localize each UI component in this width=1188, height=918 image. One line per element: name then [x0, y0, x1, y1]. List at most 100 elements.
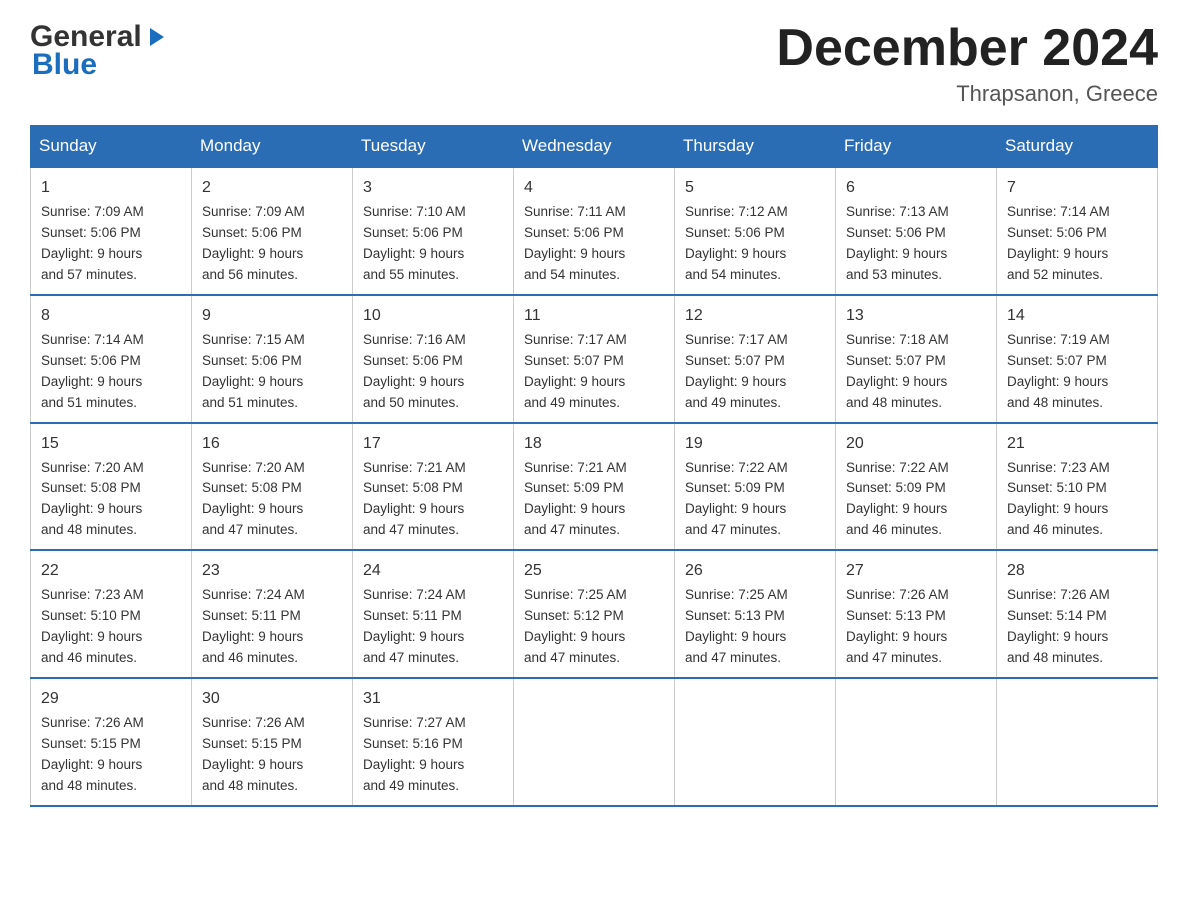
day-number: 11: [524, 304, 664, 328]
calendar-cell: 4 Sunrise: 7:11 AMSunset: 5:06 PMDayligh…: [514, 167, 675, 295]
day-number: 30: [202, 687, 342, 711]
day-number: 22: [41, 559, 181, 583]
month-title: December 2024: [776, 20, 1158, 77]
day-number: 8: [41, 304, 181, 328]
logo-blue-text: Blue: [32, 48, 168, 82]
calendar-cell: 6 Sunrise: 7:13 AMSunset: 5:06 PMDayligh…: [836, 167, 997, 295]
weekday-header-monday: Monday: [192, 126, 353, 168]
calendar-cell: 13 Sunrise: 7:18 AMSunset: 5:07 PMDaylig…: [836, 295, 997, 423]
calendar-table: SundayMondayTuesdayWednesdayThursdayFrid…: [30, 125, 1158, 806]
day-info: Sunrise: 7:18 AMSunset: 5:07 PMDaylight:…: [846, 332, 949, 410]
day-info: Sunrise: 7:26 AMSunset: 5:14 PMDaylight:…: [1007, 587, 1110, 665]
day-info: Sunrise: 7:21 AMSunset: 5:08 PMDaylight:…: [363, 460, 466, 538]
calendar-cell: 12 Sunrise: 7:17 AMSunset: 5:07 PMDaylig…: [675, 295, 836, 423]
day-info: Sunrise: 7:23 AMSunset: 5:10 PMDaylight:…: [41, 587, 144, 665]
weekday-header-thursday: Thursday: [675, 126, 836, 168]
day-number: 19: [685, 432, 825, 456]
day-info: Sunrise: 7:24 AMSunset: 5:11 PMDaylight:…: [363, 587, 466, 665]
day-number: 5: [685, 176, 825, 200]
weekday-header-row: SundayMondayTuesdayWednesdayThursdayFrid…: [31, 126, 1158, 168]
calendar-cell: [836, 678, 997, 806]
day-info: Sunrise: 7:20 AMSunset: 5:08 PMDaylight:…: [202, 460, 305, 538]
day-info: Sunrise: 7:17 AMSunset: 5:07 PMDaylight:…: [524, 332, 627, 410]
calendar-cell: 22 Sunrise: 7:23 AMSunset: 5:10 PMDaylig…: [31, 550, 192, 678]
week-row-5: 29 Sunrise: 7:26 AMSunset: 5:15 PMDaylig…: [31, 678, 1158, 806]
day-info: Sunrise: 7:22 AMSunset: 5:09 PMDaylight:…: [846, 460, 949, 538]
day-number: 23: [202, 559, 342, 583]
day-info: Sunrise: 7:22 AMSunset: 5:09 PMDaylight:…: [685, 460, 788, 538]
day-info: Sunrise: 7:23 AMSunset: 5:10 PMDaylight:…: [1007, 460, 1110, 538]
day-info: Sunrise: 7:25 AMSunset: 5:12 PMDaylight:…: [524, 587, 627, 665]
calendar-cell: 30 Sunrise: 7:26 AMSunset: 5:15 PMDaylig…: [192, 678, 353, 806]
day-info: Sunrise: 7:20 AMSunset: 5:08 PMDaylight:…: [41, 460, 144, 538]
calendar-cell: 16 Sunrise: 7:20 AMSunset: 5:08 PMDaylig…: [192, 423, 353, 551]
weekday-header-wednesday: Wednesday: [514, 126, 675, 168]
day-number: 31: [363, 687, 503, 711]
calendar-cell: 29 Sunrise: 7:26 AMSunset: 5:15 PMDaylig…: [31, 678, 192, 806]
day-info: Sunrise: 7:24 AMSunset: 5:11 PMDaylight:…: [202, 587, 305, 665]
day-number: 27: [846, 559, 986, 583]
calendar-cell: 24 Sunrise: 7:24 AMSunset: 5:11 PMDaylig…: [353, 550, 514, 678]
calendar-cell: 9 Sunrise: 7:15 AMSunset: 5:06 PMDayligh…: [192, 295, 353, 423]
day-info: Sunrise: 7:10 AMSunset: 5:06 PMDaylight:…: [363, 204, 466, 282]
day-info: Sunrise: 7:26 AMSunset: 5:15 PMDaylight:…: [41, 715, 144, 793]
day-number: 25: [524, 559, 664, 583]
calendar-cell: 27 Sunrise: 7:26 AMSunset: 5:13 PMDaylig…: [836, 550, 997, 678]
page-header: General Blue December 2024 Thrapsanon, G…: [30, 20, 1158, 107]
day-number: 26: [685, 559, 825, 583]
day-number: 9: [202, 304, 342, 328]
calendar-cell: [675, 678, 836, 806]
calendar-cell: 20 Sunrise: 7:22 AMSunset: 5:09 PMDaylig…: [836, 423, 997, 551]
day-number: 7: [1007, 176, 1147, 200]
day-number: 21: [1007, 432, 1147, 456]
day-number: 14: [1007, 304, 1147, 328]
day-info: Sunrise: 7:26 AMSunset: 5:15 PMDaylight:…: [202, 715, 305, 793]
calendar-cell: [997, 678, 1158, 806]
day-number: 17: [363, 432, 503, 456]
day-number: 10: [363, 304, 503, 328]
calendar-cell: 5 Sunrise: 7:12 AMSunset: 5:06 PMDayligh…: [675, 167, 836, 295]
weekday-header-sunday: Sunday: [31, 126, 192, 168]
calendar-cell: 8 Sunrise: 7:14 AMSunset: 5:06 PMDayligh…: [31, 295, 192, 423]
calendar-cell: 23 Sunrise: 7:24 AMSunset: 5:11 PMDaylig…: [192, 550, 353, 678]
week-row-1: 1 Sunrise: 7:09 AMSunset: 5:06 PMDayligh…: [31, 167, 1158, 295]
day-info: Sunrise: 7:11 AMSunset: 5:06 PMDaylight:…: [524, 204, 626, 282]
day-number: 28: [1007, 559, 1147, 583]
calendar-cell: 18 Sunrise: 7:21 AMSunset: 5:09 PMDaylig…: [514, 423, 675, 551]
week-row-4: 22 Sunrise: 7:23 AMSunset: 5:10 PMDaylig…: [31, 550, 1158, 678]
calendar-cell: 26 Sunrise: 7:25 AMSunset: 5:13 PMDaylig…: [675, 550, 836, 678]
week-row-2: 8 Sunrise: 7:14 AMSunset: 5:06 PMDayligh…: [31, 295, 1158, 423]
day-info: Sunrise: 7:14 AMSunset: 5:06 PMDaylight:…: [41, 332, 144, 410]
calendar-cell: 28 Sunrise: 7:26 AMSunset: 5:14 PMDaylig…: [997, 550, 1158, 678]
day-number: 29: [41, 687, 181, 711]
day-info: Sunrise: 7:16 AMSunset: 5:06 PMDaylight:…: [363, 332, 466, 410]
day-number: 4: [524, 176, 664, 200]
day-number: 15: [41, 432, 181, 456]
logo: General Blue: [30, 20, 168, 82]
weekday-header-tuesday: Tuesday: [353, 126, 514, 168]
calendar-cell: 25 Sunrise: 7:25 AMSunset: 5:12 PMDaylig…: [514, 550, 675, 678]
day-info: Sunrise: 7:25 AMSunset: 5:13 PMDaylight:…: [685, 587, 788, 665]
day-info: Sunrise: 7:19 AMSunset: 5:07 PMDaylight:…: [1007, 332, 1110, 410]
calendar-cell: 15 Sunrise: 7:20 AMSunset: 5:08 PMDaylig…: [31, 423, 192, 551]
day-info: Sunrise: 7:09 AMSunset: 5:06 PMDaylight:…: [41, 204, 144, 282]
day-number: 20: [846, 432, 986, 456]
day-number: 2: [202, 176, 342, 200]
day-info: Sunrise: 7:21 AMSunset: 5:09 PMDaylight:…: [524, 460, 627, 538]
calendar-cell: [514, 678, 675, 806]
calendar-cell: 14 Sunrise: 7:19 AMSunset: 5:07 PMDaylig…: [997, 295, 1158, 423]
calendar-cell: 2 Sunrise: 7:09 AMSunset: 5:06 PMDayligh…: [192, 167, 353, 295]
calendar-cell: 10 Sunrise: 7:16 AMSunset: 5:06 PMDaylig…: [353, 295, 514, 423]
calendar-cell: 17 Sunrise: 7:21 AMSunset: 5:08 PMDaylig…: [353, 423, 514, 551]
day-info: Sunrise: 7:26 AMSunset: 5:13 PMDaylight:…: [846, 587, 949, 665]
calendar-cell: 1 Sunrise: 7:09 AMSunset: 5:06 PMDayligh…: [31, 167, 192, 295]
day-number: 1: [41, 176, 181, 200]
day-number: 13: [846, 304, 986, 328]
calendar-cell: 21 Sunrise: 7:23 AMSunset: 5:10 PMDaylig…: [997, 423, 1158, 551]
day-info: Sunrise: 7:13 AMSunset: 5:06 PMDaylight:…: [846, 204, 949, 282]
title-section: December 2024 Thrapsanon, Greece: [776, 20, 1158, 107]
day-info: Sunrise: 7:17 AMSunset: 5:07 PMDaylight:…: [685, 332, 788, 410]
day-number: 12: [685, 304, 825, 328]
calendar-cell: 11 Sunrise: 7:17 AMSunset: 5:07 PMDaylig…: [514, 295, 675, 423]
location: Thrapsanon, Greece: [776, 81, 1158, 107]
